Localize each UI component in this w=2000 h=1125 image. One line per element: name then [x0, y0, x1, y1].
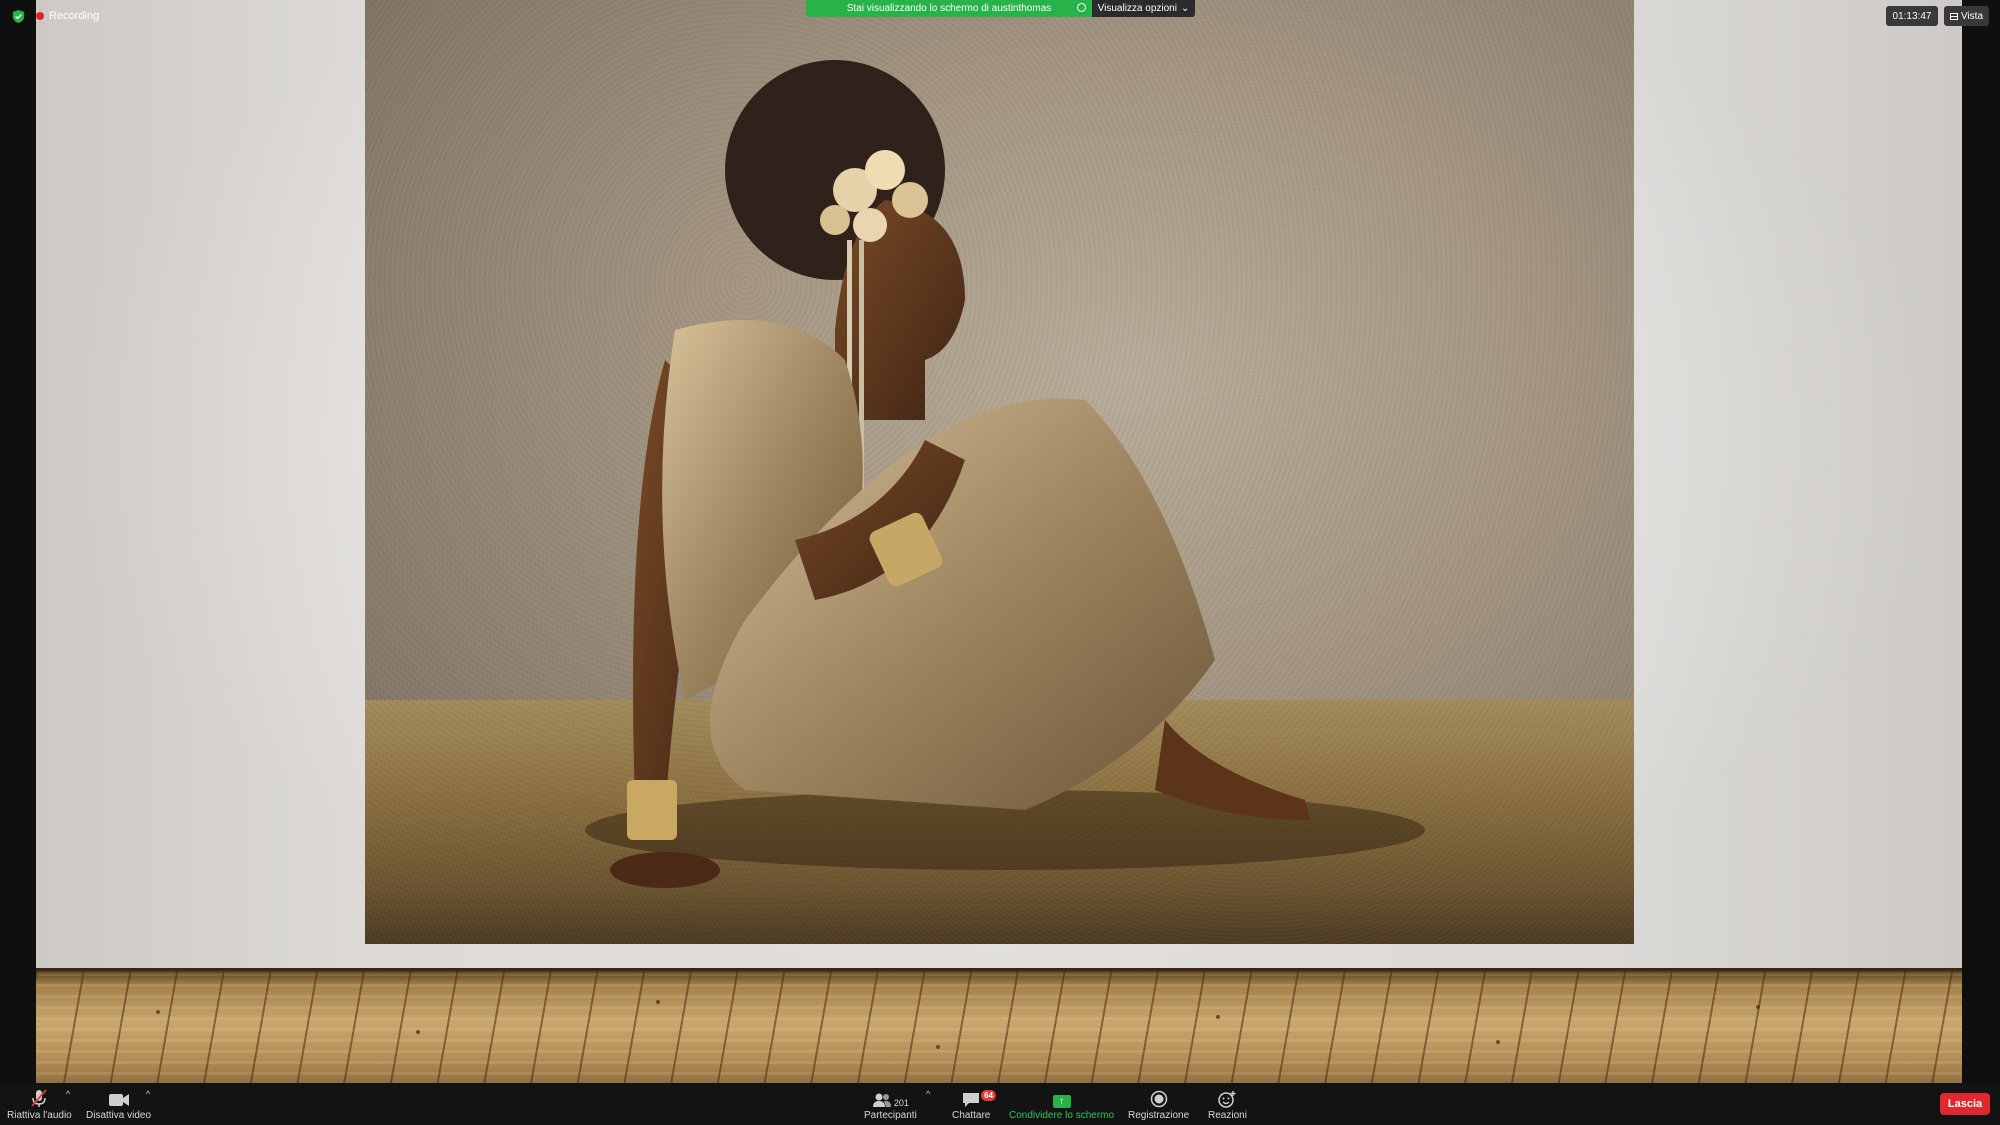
- recording-label: Recording: [49, 10, 100, 22]
- share-banner-text: Stai visualizzando lo schermo di austint…: [846, 3, 1052, 14]
- participants-options-chevron-icon[interactable]: ^: [926, 1089, 930, 1099]
- audio-label: Riattiva l'audio: [7, 1110, 72, 1121]
- participants-icon: [872, 1093, 891, 1107]
- shared-screen: [36, 0, 1962, 1083]
- stop-video-button[interactable]: Disattiva video: [86, 1088, 151, 1121]
- shield-icon[interactable]: [11, 9, 26, 24]
- shared-photo: [365, 0, 1634, 944]
- share-screen-icon: ↑: [1052, 1095, 1071, 1108]
- chat-bubble-icon: [963, 1093, 980, 1107]
- view-options-button[interactable]: Visualizza opzioni ⌄: [1092, 0, 1195, 17]
- unmute-audio-button[interactable]: Riattiva l'audio: [7, 1088, 72, 1121]
- chat-label: Chattare: [952, 1110, 991, 1121]
- wooden-floor: [36, 968, 1962, 1083]
- view-grid-icon: [1949, 12, 1958, 20]
- meeting-timer: 01:13:47: [1886, 6, 1938, 26]
- participants-count: 201: [893, 1098, 909, 1108]
- reactions-label: Reazioni: [1208, 1110, 1247, 1121]
- chat-button[interactable]: 64 Chattare: [952, 1088, 997, 1121]
- record-icon: [1150, 1090, 1167, 1108]
- smiley-plus-icon: [1218, 1091, 1236, 1108]
- muted-microphone-icon: [29, 1088, 49, 1108]
- circle-icon: [1077, 3, 1086, 12]
- view-button-label: Vista: [1960, 10, 1984, 22]
- screen-share-banner: Stai visualizzando lo schermo di austint…: [806, 0, 1092, 17]
- participants-button[interactable]: 201 Partecipanti: [864, 1088, 917, 1121]
- recording-dot-icon: [36, 12, 44, 20]
- participants-label: Partecipanti: [864, 1110, 917, 1121]
- share-screen-label: Condividere lo schermo: [1009, 1110, 1115, 1121]
- record-button[interactable]: Registrazione: [1128, 1088, 1189, 1121]
- record-label: Registrazione: [1128, 1110, 1190, 1121]
- video-options-chevron-icon[interactable]: ^: [146, 1089, 150, 1099]
- chat-unread-badge: 64: [981, 1090, 997, 1101]
- recording-indicator[interactable]: Recording: [36, 10, 99, 22]
- meeting-toolbar: Riattiva l'audio ^ Disattiva video ^ 201…: [0, 1083, 2000, 1125]
- share-screen-button[interactable]: ↑ Condividere lo schermo: [1009, 1088, 1114, 1121]
- video-label: Disattiva video: [86, 1110, 152, 1121]
- chevron-down-icon: ⌄: [1180, 3, 1190, 14]
- audio-options-chevron-icon[interactable]: ^: [66, 1089, 70, 1099]
- seated-woman-figure: [585, 60, 1425, 888]
- view-options-label: Visualizza opzioni: [1097, 3, 1177, 14]
- video-camera-icon: [108, 1088, 130, 1108]
- reactions-button[interactable]: Reazioni: [1208, 1088, 1247, 1121]
- view-button[interactable]: Vista: [1944, 6, 1989, 26]
- leave-meeting-button[interactable]: Lascia: [1940, 1093, 1990, 1115]
